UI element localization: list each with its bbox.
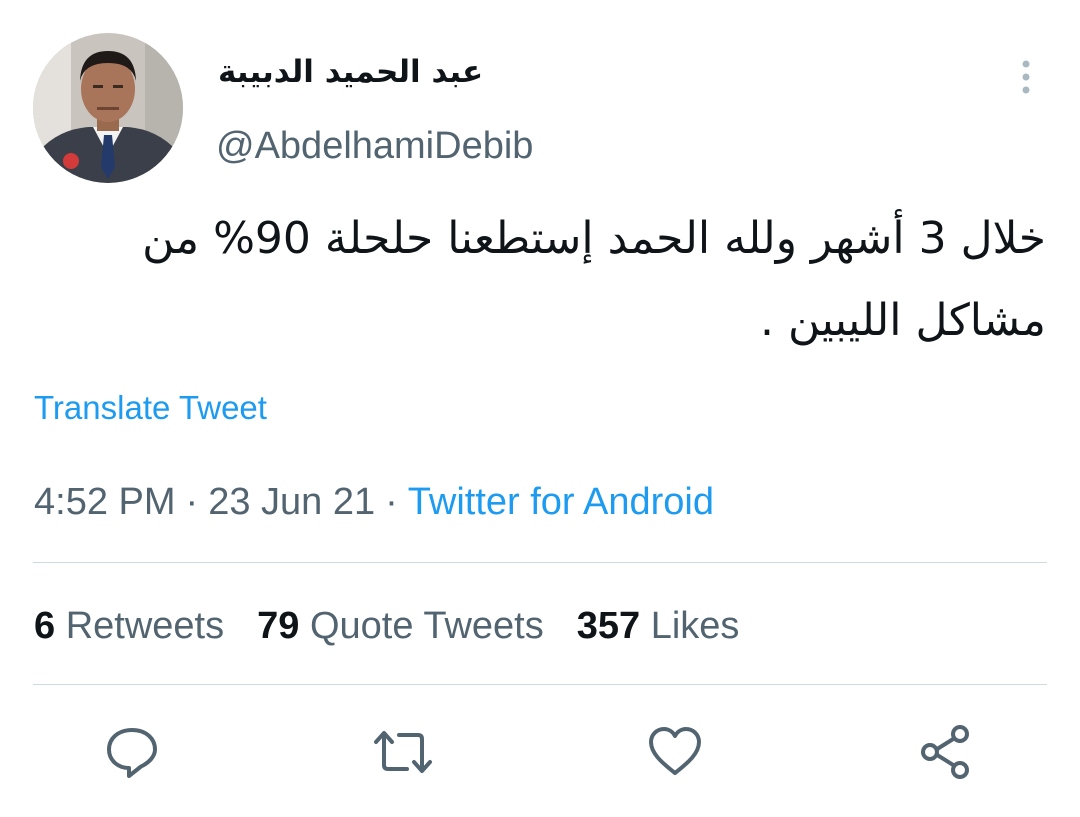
more-options-icon[interactable] xyxy=(1006,58,1046,98)
likes-label: Likes xyxy=(650,605,740,647)
author-handle[interactable]: @AbdelhamiDebib xyxy=(216,122,533,170)
tweet-metadata: 4:52 PM · 23 Jun 21 · Twitter for Android xyxy=(34,477,714,527)
meta-separator: · xyxy=(385,481,398,523)
reply-icon[interactable] xyxy=(102,722,162,782)
quote-tweets-label: Quote Tweets xyxy=(309,605,544,647)
retweets-stat[interactable]: 6 Retweets xyxy=(34,601,224,651)
meta-separator: · xyxy=(185,481,199,523)
avatar[interactable] xyxy=(33,33,183,183)
like-icon[interactable] xyxy=(645,722,705,782)
tweet-text: خلال 3 أشهر ولله الحمد إستطعنا حلحلة 90%… xyxy=(142,213,1046,346)
tweet-time: 4:52 PM xyxy=(34,481,176,523)
quote-tweets-stat[interactable]: 79 Quote Tweets xyxy=(257,601,544,651)
share-icon[interactable] xyxy=(916,722,976,782)
author-display-name[interactable]: عبد الحميد الدبيبة xyxy=(218,50,483,94)
tweet-date: 23 Jun 21 xyxy=(208,481,376,523)
likes-stat[interactable]: 357 Likes xyxy=(577,601,740,651)
engagement-stats: 6 Retweets 79 Quote Tweets 357 Likes xyxy=(34,601,772,651)
retweets-count: 6 xyxy=(34,605,56,647)
tweet-source-link[interactable]: Twitter for Android xyxy=(408,481,714,523)
translate-tweet-link[interactable]: Translate Tweet xyxy=(34,386,267,430)
divider xyxy=(33,562,1047,563)
retweet-icon[interactable] xyxy=(373,722,433,782)
retweets-label: Retweets xyxy=(65,605,225,647)
likes-count: 357 xyxy=(576,605,641,647)
divider xyxy=(33,684,1047,685)
quote-tweets-count: 79 xyxy=(257,605,300,647)
